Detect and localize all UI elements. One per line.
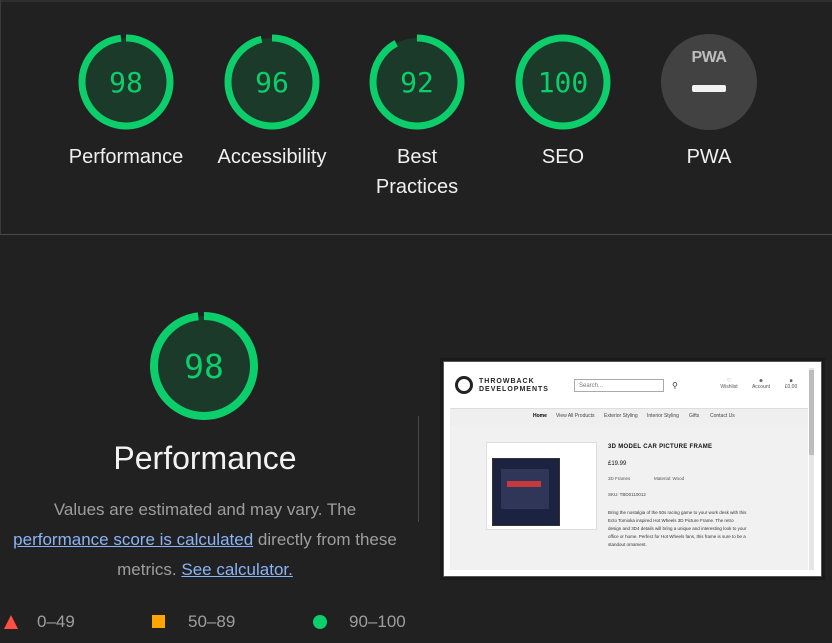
gauge-accessibility-label: Accessibility [217, 146, 327, 168]
performance-score-large: 98 [184, 347, 224, 386]
gauge-best-practices-score: 92 [400, 66, 434, 99]
desc-text-1: Values are estimated and may vary. The [53, 500, 357, 519]
performance-description: Values are estimated and may vary. The p… [0, 495, 410, 585]
gauge-accessibility-score: 96 [255, 66, 289, 99]
gauge-best-practices-ring: 92 [369, 34, 465, 130]
thumb-sku: SKU: TBD0110012 [608, 492, 646, 497]
thumb-product-image [492, 458, 560, 526]
thumb-nav-interior: Interior Styling [647, 413, 679, 419]
pass-circle-icon [313, 615, 327, 629]
thumb-wishlist-label: Wishlist [720, 384, 738, 390]
left-border [0, 0, 1, 234]
top-border [0, 0, 832, 2]
thumb-product-title: 3D MODEL CAR PICTURE FRAME [608, 444, 713, 450]
thumb-cart-label: £0.00 [784, 384, 798, 390]
pwa-badge[interactable]: PWA [661, 34, 757, 130]
legend-average: 50–89 [188, 612, 236, 631]
thumb-price: £19.99 [608, 461, 627, 467]
pwa-badge-text: PWA [691, 49, 727, 66]
performance-gauge-large-ring: 98 [150, 312, 258, 420]
performance-title: Performance [113, 440, 297, 476]
desc-text-3: metrics. [117, 560, 177, 579]
gauge-performance[interactable]: 98 Performance [69, 34, 183, 168]
thumb-brand-line2: DEVELOPMENTS [479, 386, 549, 393]
performance-gauge-large: 98 [149, 311, 259, 426]
thumb-brand: THROWBACK DEVELOPMENTS [479, 378, 549, 394]
thumb-nav-home: Home [533, 413, 547, 419]
fail-triangle-icon [4, 615, 18, 629]
gauge-best-practices-label: Best Practices [375, 146, 459, 198]
gauge-best-practices[interactable]: 92 Best Practices [369, 34, 465, 198]
gauge-seo-score: 100 [538, 66, 589, 99]
thumb-brand-line1: THROWBACK [479, 378, 535, 385]
legend-pass: 90–100 [349, 612, 406, 631]
thumb-category: 3D Frames [608, 476, 631, 481]
thumb-nav-all: View All Products [556, 413, 595, 419]
gauge-performance-ring: 98 [78, 34, 174, 130]
thumb-scrollbar-thumb [809, 370, 814, 455]
thumb-account-label: Account [751, 384, 771, 390]
gauge-seo[interactable]: 100 SEO [515, 34, 611, 168]
average-square-icon [152, 615, 165, 628]
gauge-accessibility-ring: 96 [224, 34, 320, 130]
vertical-separator [418, 416, 419, 522]
thumb-nav-gifts: Gifts [689, 413, 700, 419]
thumb-description: Bring the nostalgia of the 50s racing ga… [608, 510, 747, 547]
gauge-performance-score: 98 [109, 66, 143, 99]
gauge-accessibility[interactable]: 96 Accessibility [218, 34, 326, 168]
thumb-product-car [507, 481, 541, 487]
see-calculator-link[interactable]: See calculator. [181, 560, 293, 579]
legend-fail: 0–49 [37, 612, 75, 631]
thumb-account: ☻ Account [751, 378, 771, 390]
thumb-wishlist: ♡ Wishlist [720, 378, 738, 390]
desc-text-2: directly from these [257, 530, 397, 549]
thumb-nav-contact: Contact Us [710, 413, 735, 419]
thumb-material: Material: Wood [654, 476, 685, 481]
section-divider [0, 234, 832, 235]
thumb-search-input: Search... [574, 379, 664, 392]
score-calculated-link[interactable]: performance score is calculated [13, 530, 253, 549]
pwa-dash-icon [692, 85, 726, 92]
final-screenshot[interactable]: THROWBACK DEVELOPMENTS Search... ⚲ ♡ Wish… [443, 361, 822, 577]
steering-wheel-icon [455, 376, 473, 394]
gauge-seo-ring: 100 [515, 34, 611, 130]
thumb-product-frame [501, 469, 549, 509]
thumb-nav-exterior: Exterior Styling [604, 413, 638, 419]
search-icon: ⚲ [672, 381, 678, 390]
gauge-pwa-label: PWA [686, 146, 732, 168]
thumb-cart: ■ £0.00 [784, 378, 798, 390]
